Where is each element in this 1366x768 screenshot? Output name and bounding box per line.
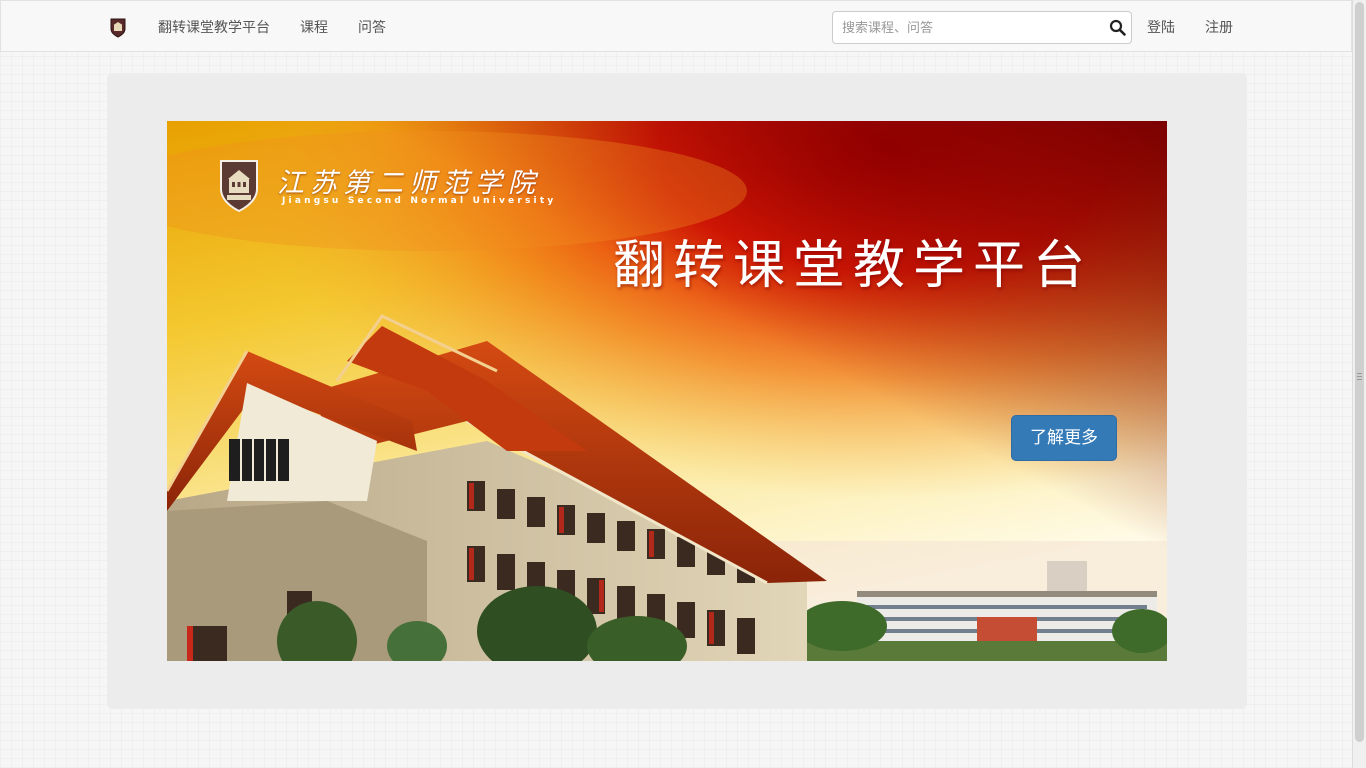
register-link[interactable]: 注册 [1205,18,1233,38]
search-box [832,11,1132,44]
nav-courses-link[interactable]: 课程 [300,18,328,38]
school-name-en: Jiangsu Second Normal University [282,196,557,206]
top-navbar: 翻转课堂教学平台 课程 问答 登陆 注册 [0,0,1352,52]
login-link[interactable]: 登陆 [1147,18,1175,38]
university-crest-icon [220,160,258,213]
school-name-cn: 江苏第二师范学院 [277,168,541,199]
school-crest-icon[interactable] [109,18,127,38]
banner-title: 翻转课堂教学平台 [613,236,1094,296]
learn-more-button[interactable]: 了解更多 [1011,415,1117,461]
scrollbar-thumb[interactable] [1355,2,1364,742]
jumbotron: 江苏第二师范学院 Jiangsu Second Normal Universit… [107,73,1247,709]
search-icon[interactable] [1109,19,1127,37]
nav-qa-link[interactable]: 问答 [358,18,386,38]
banner-image: 江苏第二师范学院 Jiangsu Second Normal Universit… [167,121,1167,661]
brand-link[interactable]: 翻转课堂教学平台 [158,18,270,38]
page-scrollbar[interactable] [1352,0,1366,768]
search-input[interactable] [842,18,1097,38]
scrollbar-grip-icon [1357,373,1362,374]
